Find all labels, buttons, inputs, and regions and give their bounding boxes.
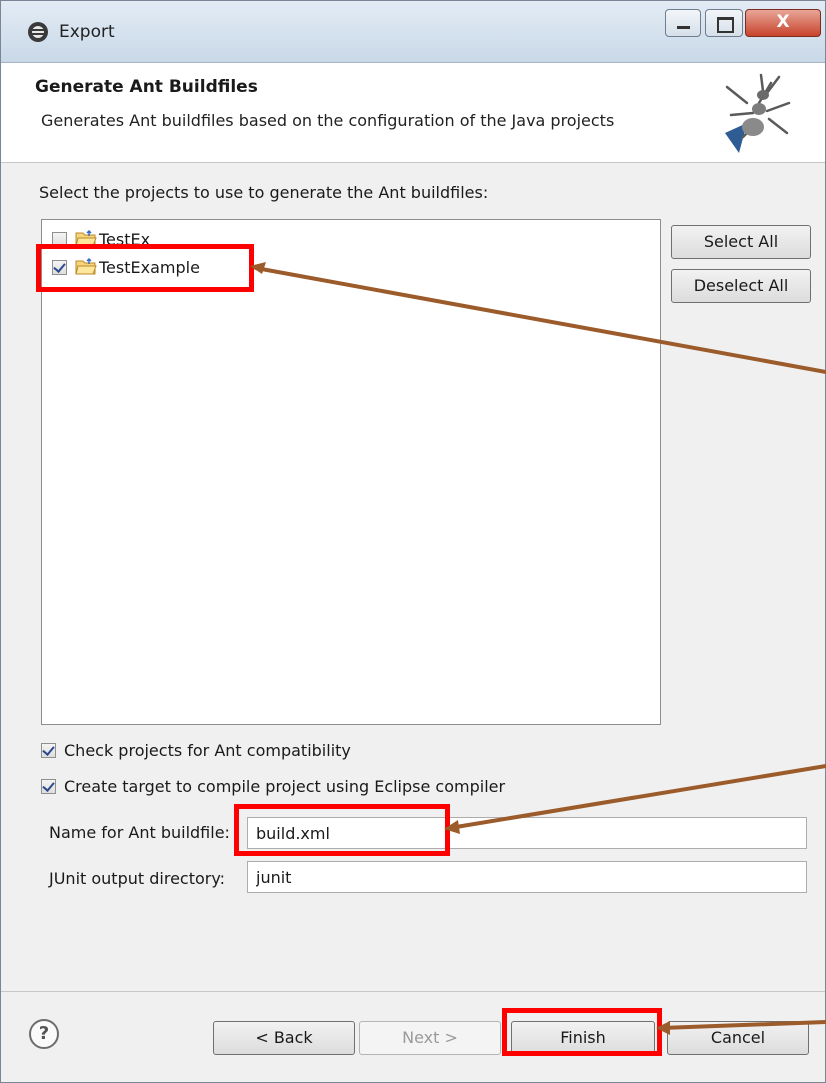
list-item[interactable]: TestEx	[52, 228, 150, 250]
footer-divider	[1, 991, 825, 992]
folder-project-icon	[75, 258, 97, 275]
buildfile-label: Name for Ant buildfile:	[49, 823, 230, 842]
select-all-button[interactable]: Select All	[671, 225, 811, 259]
project-name: TestExample	[99, 257, 200, 277]
list-item[interactable]: TestExample	[52, 256, 200, 278]
maximize-button[interactable]	[705, 9, 743, 37]
help-icon[interactable]: ?	[29, 1019, 59, 1049]
ant-compatibility-label: Check projects for Ant compatibility	[64, 741, 351, 760]
folder-project-icon	[75, 230, 97, 247]
junit-dir-input[interactable]	[247, 861, 807, 893]
page-title: Generate Ant Buildfiles	[35, 77, 258, 97]
ant-compatibility-checkbox[interactable]	[41, 743, 56, 758]
eclipse-compiler-label: Create target to compile project using E…	[64, 777, 506, 796]
minimize-button[interactable]	[665, 9, 701, 37]
close-button[interactable]: X	[745, 9, 821, 37]
window-title: Export	[59, 22, 115, 42]
eclipse-compiler-option[interactable]: Create target to compile project using E…	[41, 777, 505, 796]
app-icon	[28, 22, 48, 42]
project-checkbox[interactable]	[52, 231, 67, 247]
junit-dir-label: JUnit output directory:	[49, 869, 226, 888]
ant-compatibility-option[interactable]: Check projects for Ant compatibility	[41, 741, 351, 760]
next-button[interactable]: Next >	[359, 1021, 501, 1055]
eclipse-compiler-checkbox[interactable]	[41, 779, 56, 794]
buildfile-input[interactable]	[247, 817, 807, 849]
project-name: TestEx	[99, 229, 151, 249]
title-bar: Export X	[1, 1, 825, 63]
back-button[interactable]: < Back	[213, 1021, 355, 1055]
page-description: Generates Ant buildfiles based on the co…	[41, 111, 615, 130]
deselect-all-button[interactable]: Deselect All	[671, 269, 811, 303]
close-icon: X	[776, 12, 790, 32]
finish-button[interactable]: Finish	[511, 1021, 655, 1055]
export-dialog: Export X Generate Ant Buildfiles Generat…	[0, 0, 826, 1083]
ant-icon	[725, 73, 791, 153]
cancel-button[interactable]: Cancel	[667, 1021, 809, 1055]
project-checkbox[interactable]	[52, 259, 67, 275]
wizard-header: Generate Ant Buildfiles Generates Ant bu…	[1, 63, 825, 163]
instruction-label: Select the projects to use to generate t…	[39, 183, 489, 202]
project-list[interactable]: TestEx TestExample	[41, 219, 661, 725]
